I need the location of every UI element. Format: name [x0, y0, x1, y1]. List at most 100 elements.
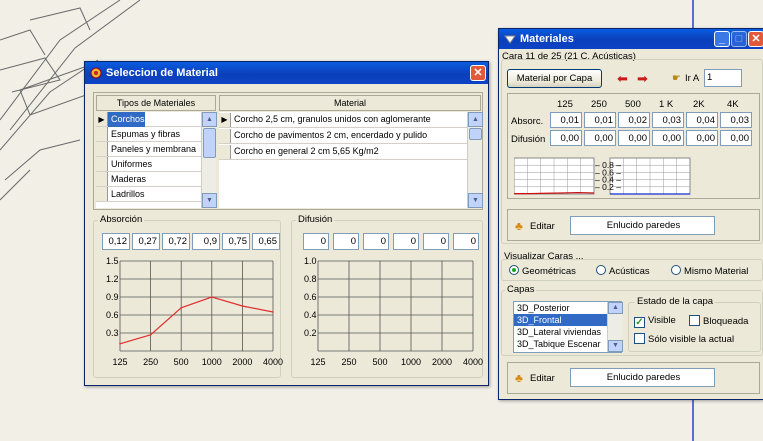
y-tick-label: 0.3: [106, 328, 119, 338]
material-list[interactable]: ▶ Corcho 2,5 cm, granulos unidos con aglo…: [219, 112, 481, 208]
y-tick-label: 0.2: [304, 328, 317, 338]
mini-chart: – 0.8 –– 0.6 –– 0.4 –– 0.2 –: [514, 157, 691, 195]
close-button[interactable]: ✕: [470, 65, 486, 81]
list-item[interactable]: ▶ Corchos: [96, 112, 216, 127]
y-tick-label: 0.9: [106, 292, 119, 302]
scroll-up-icon[interactable]: ▲: [202, 112, 217, 127]
data-point: [272, 311, 274, 313]
x-tick-label: 125: [112, 357, 127, 367]
close-button[interactable]: ✕: [748, 31, 763, 47]
ir-a-input[interactable]: 1: [704, 69, 742, 87]
scroll-up-icon[interactable]: ▲: [608, 302, 623, 314]
types-list[interactable]: ▶ Corchos Espumas y fibras Paneles y memb…: [96, 112, 216, 208]
absorc-value-field[interactable]: 0,03: [720, 112, 752, 128]
list-item[interactable]: Ladrillos: [96, 187, 216, 202]
absorcion-value-field[interactable]: 0,72: [162, 233, 190, 250]
y-tick-label: 1.5: [106, 256, 119, 266]
difusion-value-field[interactable]: 0: [423, 233, 449, 250]
material-scrollbar[interactable]: ▲ ▼: [467, 112, 483, 208]
absorcion-value-field[interactable]: 0,9: [192, 233, 220, 250]
absorc-value-field[interactable]: 0,03: [652, 112, 684, 128]
x-tick-label: 2000: [232, 357, 252, 367]
absorcion-label: Absorción: [98, 214, 145, 225]
frequency-label: 2K: [693, 99, 705, 110]
absorcion-value-field[interactable]: 0,75: [222, 233, 250, 250]
x-tick-label: 2000: [432, 357, 452, 367]
difusion-row-label: Difusión: [511, 134, 546, 145]
scroll-down-icon[interactable]: ▼: [608, 340, 623, 352]
absorc-value-field[interactable]: 0,02: [618, 112, 650, 128]
pointing-hand-icon: ☛: [672, 73, 681, 84]
absorcion-chart: 125 250 500 1000 2000 4000 1.5 1.2 0.9 0.6 0.3: [106, 256, 283, 367]
difusion-value-field[interactable]: 0: [363, 233, 389, 250]
list-item[interactable]: Espumas y fibras: [96, 127, 216, 142]
capas-list[interactable]: 3D_Posterior 3D_Frontal 3D_Lateral vivie…: [513, 301, 622, 353]
solo-visible-checkbox[interactable]: Sólo visible la actual: [634, 333, 734, 345]
y-tick-label: 0.6: [304, 292, 317, 302]
visible-checkbox[interactable]: ✓ Visible: [634, 315, 676, 328]
list-item[interactable]: 3D_Tabique Escenar: [514, 338, 621, 350]
editar-button-2[interactable]: Editar: [530, 373, 555, 384]
types-scrollbar[interactable]: ▲ ▼: [201, 112, 217, 208]
data-point: [241, 305, 244, 307]
scroll-thumb[interactable]: [469, 128, 482, 140]
scroll-down-icon[interactable]: ▼: [468, 193, 483, 208]
difusion-value-field[interactable]: 0,00: [550, 130, 582, 146]
difusion-value-field[interactable]: 0,00: [652, 130, 684, 146]
difusion-value-field[interactable]: 0,00: [720, 130, 752, 146]
editar-icon[interactable]: ♣: [515, 371, 523, 385]
difusion-value-field[interactable]: 0: [333, 233, 359, 250]
list-item[interactable]: Corcho en general 2 cm 5,65 Kg/m2: [219, 144, 481, 160]
difusion-value-field[interactable]: 0,00: [686, 130, 718, 146]
dialog-titlebar[interactable]: Seleccion de Material: [85, 62, 488, 84]
radio-geometricas[interactable]: Geométricas: [509, 265, 576, 277]
data-point: [211, 296, 213, 298]
x-tick-label: 1000: [202, 357, 222, 367]
data-point: [119, 343, 121, 345]
absorc-value-field[interactable]: 0,01: [584, 112, 616, 128]
absorcion-value-field[interactable]: 0,65: [252, 233, 280, 250]
frequency-label: 125: [557, 99, 573, 110]
scroll-up-icon[interactable]: ▲: [468, 112, 483, 127]
absorc-value-field[interactable]: 0,01: [550, 112, 582, 128]
row-pointer-icon: ▶: [96, 112, 108, 126]
maximize-button[interactable]: □: [731, 31, 747, 47]
list-item[interactable]: Corcho de pavimentos 2 cm, encerdado y p…: [219, 128, 481, 144]
list-item[interactable]: Maderas: [96, 172, 216, 187]
difusion-value-field[interactable]: 0,00: [584, 130, 616, 146]
absorcion-value-field[interactable]: 0,27: [132, 233, 160, 250]
scroll-thumb[interactable]: [203, 128, 216, 158]
editar-icon[interactable]: ♣: [515, 219, 523, 233]
frequency-label: 250: [591, 99, 607, 110]
difusion-label: Difusión: [296, 214, 335, 225]
difusion-value-field[interactable]: 0: [393, 233, 419, 250]
arrow-left-icon[interactable]: ⬅: [617, 71, 628, 87]
capas-scrollbar[interactable]: ▲ ▼: [607, 302, 623, 352]
frequency-label: 4K: [727, 99, 739, 110]
arrow-right-icon[interactable]: ➡: [637, 71, 648, 87]
radio-acusticas[interactable]: Acústicas: [596, 265, 650, 277]
list-item[interactable]: ▶ Corcho 2,5 cm, granulos unidos con aglo…: [219, 112, 481, 128]
difusion-value-field[interactable]: 0: [453, 233, 479, 250]
material-por-capa-button[interactable]: Material por Capa: [507, 69, 602, 88]
estado-label: Estado de la capa: [635, 296, 716, 307]
unchecked-box-icon: [634, 333, 645, 344]
bloqueada-checkbox[interactable]: Bloqueada: [689, 315, 748, 327]
list-item[interactable]: Paneles y membrana: [96, 142, 216, 157]
minimize-button[interactable]: _: [714, 31, 730, 47]
difusion-value-field[interactable]: 0,00: [618, 130, 650, 146]
y-tick-label: 1.2: [106, 274, 119, 284]
radio-mismo-material[interactable]: Mismo Material: [671, 265, 748, 277]
difusion-value-field[interactable]: 0: [303, 233, 329, 250]
materiales-window: Materiales _ □ ✕ Cara 11 de 25 (21 C. Ac…: [498, 28, 763, 400]
types-header: Tipos de Materiales: [96, 95, 216, 111]
materiales-icon: [504, 35, 516, 44]
absorc-value-field[interactable]: 0,04: [686, 112, 718, 128]
editar-button[interactable]: Editar: [530, 221, 555, 232]
scroll-down-icon[interactable]: ▼: [202, 193, 217, 208]
list-item[interactable]: Uniformes: [96, 157, 216, 172]
x-tick-label: 250: [143, 357, 158, 367]
absorcion-value-field[interactable]: 0,12: [102, 233, 130, 250]
difusion-chart: 125 250 500 1000 2000 4000 1.0 0.8 0.6 0.4 0.2: [304, 256, 483, 367]
mini-tick-label: – 0.2 –: [595, 182, 621, 192]
